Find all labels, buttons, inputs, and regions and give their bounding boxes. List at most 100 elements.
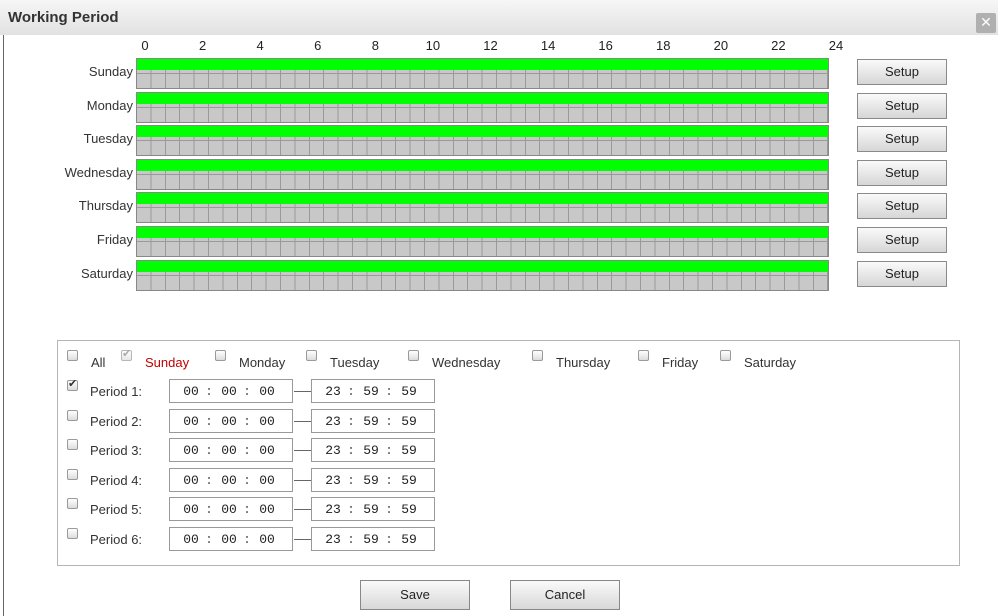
- setup-button[interactable]: Setup: [857, 92, 947, 119]
- day-label: Thursday: [78, 198, 133, 214]
- setup-button[interactable]: Setup: [857, 193, 947, 220]
- start-time-input: 00:00:00: [169, 438, 293, 462]
- end-time-input: 23:59:59: [311, 379, 435, 403]
- day-checkbox-sunday[interactable]: [121, 347, 132, 361]
- setup-button[interactable]: Setup: [857, 126, 947, 153]
- hour-field[interactable]: 00: [180, 502, 202, 517]
- second-field[interactable]: 59: [398, 502, 420, 517]
- day-timeline[interactable]: [136, 192, 829, 224]
- day-checkbox-label: Saturday: [744, 355, 797, 370]
- hour-field[interactable]: 00: [180, 384, 202, 399]
- period-checkbox[interactable]: [67, 377, 78, 391]
- hour-field[interactable]: 23: [322, 414, 344, 429]
- time-separator: :: [205, 443, 213, 458]
- hour-field[interactable]: 23: [322, 443, 344, 458]
- cancel-button[interactable]: Cancel: [510, 580, 620, 610]
- period-label: Period 2:: [90, 413, 143, 429]
- second-field[interactable]: 59: [398, 414, 420, 429]
- save-button[interactable]: Save: [360, 580, 470, 610]
- time-separator: :: [205, 472, 213, 488]
- second-field[interactable]: 00: [256, 473, 278, 488]
- period-label: Period 1:: [90, 384, 143, 399]
- time-separator: :: [385, 413, 393, 429]
- start-time-input: 00:00:00: [169, 379, 293, 403]
- minute-field[interactable]: 59: [360, 532, 382, 547]
- period-editor-panel: All Sunday Monday Tuesday Wednesday Thursday F…: [57, 340, 960, 566]
- close-icon[interactable]: ✕: [976, 13, 996, 33]
- hour-tick-label: 8: [371, 38, 379, 53]
- range-dash: [294, 450, 311, 451]
- minute-field[interactable]: 00: [218, 502, 240, 517]
- day-timeline[interactable]: [136, 259, 829, 291]
- minute-field[interactable]: 00: [218, 384, 240, 399]
- day-checkbox-tuesday[interactable]: [306, 350, 317, 361]
- minute-field[interactable]: 00: [218, 532, 240, 547]
- period-row: Period 5: 00:00:00 23:59:59: [58, 495, 961, 523]
- period-checkbox[interactable]: [67, 468, 78, 480]
- second-field[interactable]: 59: [398, 532, 420, 547]
- day-timeline[interactable]: [136, 91, 829, 123]
- range-dash: [294, 479, 311, 481]
- time-separator: :: [243, 472, 251, 488]
- hour-tick-label: 4: [256, 38, 264, 53]
- day-timeline[interactable]: [136, 125, 829, 157]
- day-label: Monday: [86, 97, 133, 113]
- minute-field[interactable]: 00: [218, 414, 240, 429]
- hour-tick-label: 22: [771, 38, 786, 53]
- minute-field[interactable]: 00: [218, 443, 240, 458]
- minute-field[interactable]: 59: [360, 384, 382, 399]
- second-field[interactable]: 59: [398, 443, 420, 458]
- day-checkbox-thursday[interactable]: [532, 350, 543, 361]
- range-dash: [294, 420, 311, 422]
- hour-field[interactable]: 23: [322, 473, 344, 488]
- period-checkbox[interactable]: [67, 498, 78, 509]
- second-field[interactable]: 00: [256, 443, 278, 458]
- day-checkbox-friday[interactable]: [638, 350, 649, 361]
- minute-field[interactable]: 59: [360, 414, 382, 429]
- second-field[interactable]: 00: [256, 414, 278, 429]
- setup-button[interactable]: Setup: [857, 59, 947, 85]
- second-field[interactable]: 00: [256, 384, 278, 399]
- second-field[interactable]: 59: [398, 473, 420, 488]
- setup-button[interactable]: Setup: [857, 260, 947, 287]
- day-checkbox-monday[interactable]: [215, 350, 226, 361]
- second-field[interactable]: 00: [256, 532, 278, 547]
- time-separator: :: [347, 384, 355, 399]
- day-checkbox-all[interactable]: [67, 350, 78, 361]
- hour-tick-label: 16: [598, 38, 613, 53]
- second-field[interactable]: 00: [256, 502, 278, 517]
- hour-field[interactable]: 00: [180, 414, 202, 429]
- dialog-titlebar: Working Period ✕: [0, 0, 998, 35]
- active-period-bar: [137, 126, 828, 138]
- period-label: Period 5:: [90, 502, 143, 517]
- time-separator: :: [347, 413, 355, 429]
- hour-field[interactable]: 00: [180, 443, 202, 458]
- second-field[interactable]: 59: [398, 384, 420, 399]
- minute-field[interactable]: 00: [218, 473, 240, 488]
- minute-field[interactable]: 59: [360, 502, 382, 517]
- time-separator: :: [347, 502, 355, 517]
- period-checkbox[interactable]: [67, 409, 78, 421]
- hour-tick-label: 10: [425, 38, 441, 53]
- day-timeline[interactable]: [136, 226, 829, 257]
- day-label: Wednesday: [64, 164, 133, 180]
- period-label: Period 6:: [90, 531, 143, 547]
- day-timeline[interactable]: [136, 58, 829, 89]
- hour-field[interactable]: 23: [322, 502, 344, 517]
- day-label: Saturday: [80, 265, 133, 281]
- hour-field[interactable]: 23: [322, 532, 344, 547]
- range-dash: [294, 538, 311, 540]
- period-checkbox[interactable]: [67, 527, 78, 539]
- day-timeline[interactable]: [136, 158, 829, 190]
- setup-button[interactable]: Setup: [857, 227, 947, 253]
- hour-field[interactable]: 00: [180, 473, 202, 488]
- setup-button[interactable]: Setup: [857, 159, 947, 186]
- minute-field[interactable]: 59: [360, 473, 382, 488]
- time-separator: :: [385, 472, 393, 488]
- hour-field[interactable]: 00: [180, 532, 202, 547]
- period-checkbox[interactable]: [67, 439, 78, 450]
- day-checkbox-wednesday[interactable]: [408, 350, 419, 361]
- day-checkbox-saturday[interactable]: [720, 350, 731, 361]
- minute-field[interactable]: 59: [360, 443, 382, 458]
- hour-field[interactable]: 23: [322, 384, 344, 399]
